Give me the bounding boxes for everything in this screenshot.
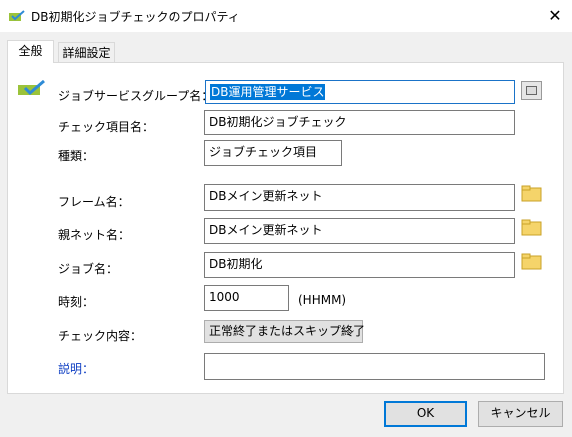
check-item-label: チェック項目名： [58, 120, 155, 134]
cancel-button[interactable]: キャンセル [478, 401, 563, 427]
description-field[interactable] [204, 353, 545, 380]
check-content-value: 正常終了またはスキップ終了 [209, 324, 366, 338]
description-label[interactable]: 説明： [58, 360, 94, 377]
frame-folder-icon[interactable] [521, 185, 542, 203]
job-label: ジョブ名： [58, 262, 119, 276]
time-label: 時刻： [58, 295, 95, 309]
check-content-select[interactable]: 正常終了またはスキップ終了 ⌵ [204, 320, 366, 343]
app-check-icon [9, 10, 25, 21]
service-group-field[interactable]: DB運用管理サービス [205, 80, 515, 104]
service-group-label: ジョブサービスグループ名： [58, 89, 214, 103]
parent-net-field[interactable]: DBメイン更新ネット [204, 218, 515, 244]
check-item-icon [18, 80, 45, 96]
parent-net-label: 親ネット名： [58, 228, 131, 242]
window-title: DB初期化ジョブチェックのプロパティ [31, 10, 240, 24]
close-icon[interactable]: ✕ [544, 6, 566, 26]
check-item-field[interactable]: DB初期化ジョブチェック [204, 110, 515, 135]
check-content-label: チェック内容： [58, 329, 143, 343]
parent-net-folder-icon[interactable] [521, 219, 542, 237]
browse-button[interactable] [521, 81, 542, 100]
kind-field[interactable]: ジョブチェック項目 [204, 140, 342, 166]
job-field[interactable]: DB初期化 [204, 252, 515, 278]
service-group-value: DB運用管理サービス [210, 84, 326, 100]
title-bar: DB初期化ジョブチェックのプロパティ ✕ [0, 0, 572, 32]
time-field[interactable]: 1000 [204, 285, 289, 311]
browse-icon [526, 86, 537, 95]
time-unit-label: (HHMM) [298, 293, 347, 307]
chevron-down-icon: ⌵ [345, 324, 355, 338]
frame-field[interactable]: DBメイン更新ネット [204, 184, 515, 211]
frame-label: フレーム名： [58, 195, 130, 209]
kind-label: 種類： [58, 149, 95, 163]
tab-advanced[interactable]: 詳細設定 [58, 42, 115, 64]
tab-general[interactable]: 全般 [7, 40, 54, 63]
ok-button[interactable]: OK [384, 401, 467, 427]
job-folder-icon[interactable] [521, 253, 542, 271]
